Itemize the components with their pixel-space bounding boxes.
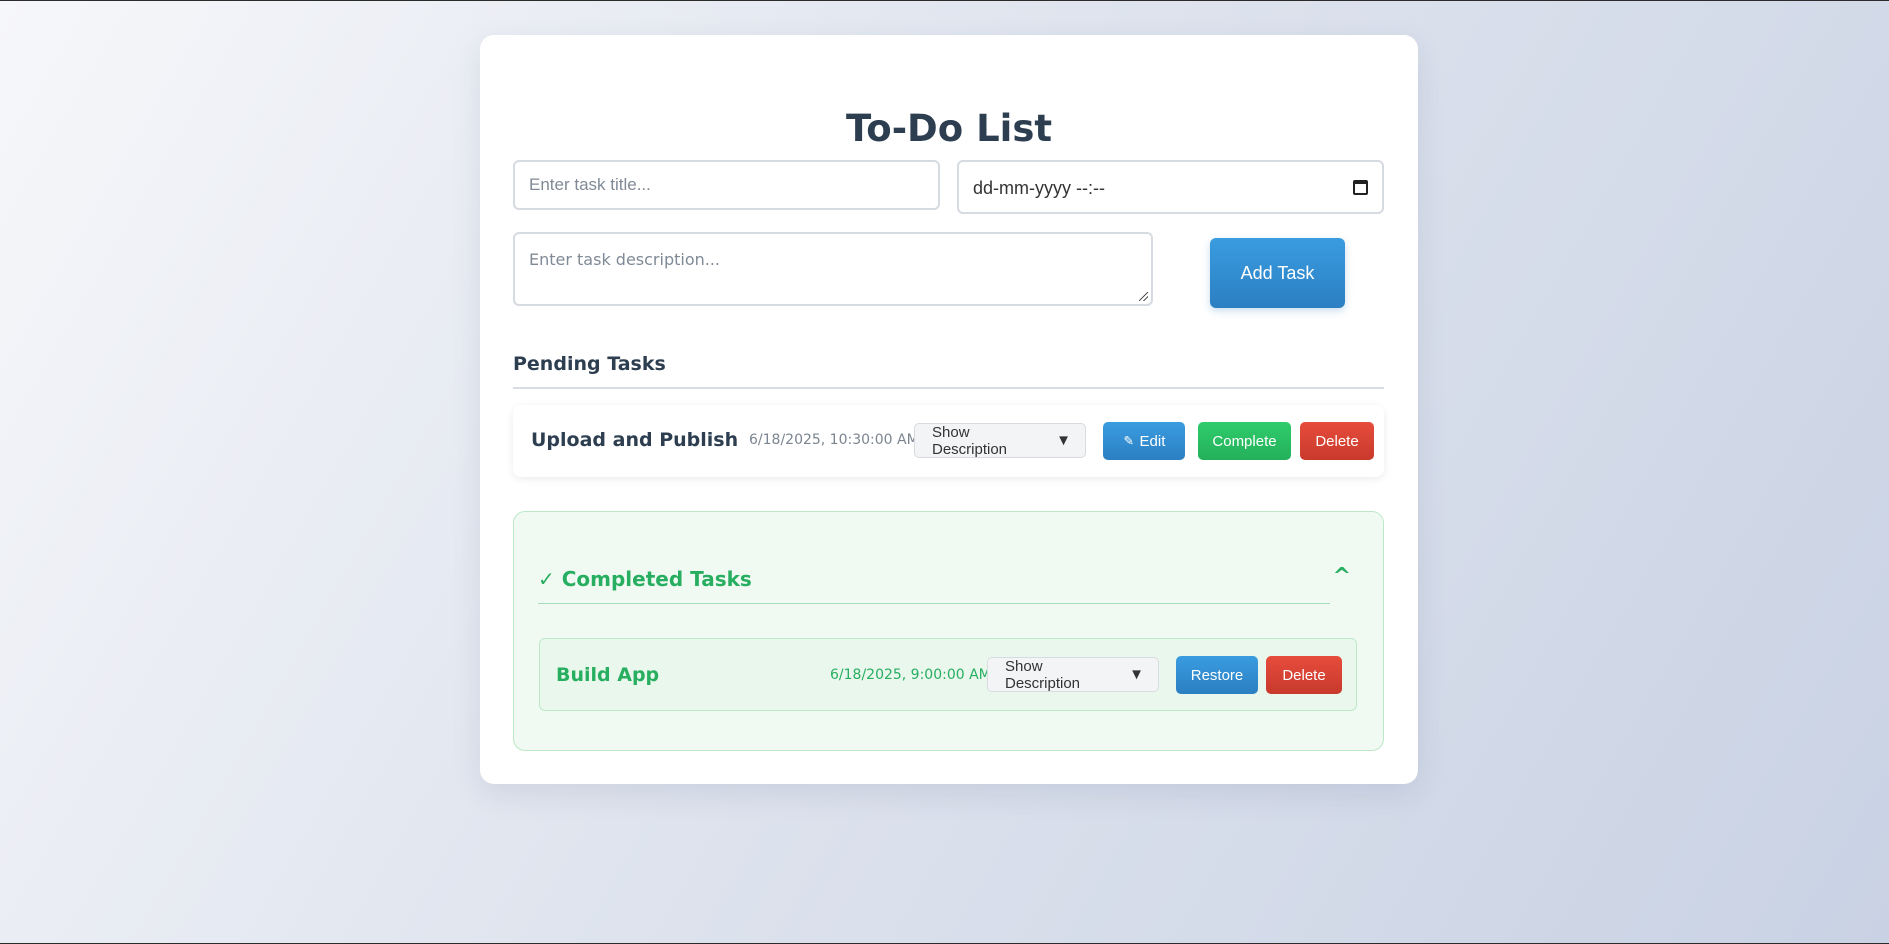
show-description-button[interactable]: Show Description ▼ xyxy=(987,657,1159,692)
delete-button[interactable]: Delete xyxy=(1266,656,1342,694)
chevron-down-icon: ▼ xyxy=(1056,432,1071,449)
task-datetime: 6/18/2025, 9:00:00 AM xyxy=(830,667,991,683)
calendar-icon[interactable] xyxy=(1353,180,1368,195)
pending-task-item: Upload and Publish 6/18/2025, 10:30:00 A… xyxy=(513,405,1384,477)
edit-label: Edit xyxy=(1139,432,1166,450)
show-description-label: Show Description xyxy=(932,423,1008,458)
task-description-placeholder: Enter task description... xyxy=(529,250,721,269)
task-datetime: 6/18/2025, 10:30:00 AM xyxy=(749,432,919,448)
show-description-label: Show Description xyxy=(1005,657,1081,692)
completed-tasks-heading: ✓ Completed Tasks xyxy=(538,567,752,591)
collapse-toggle-button[interactable]: ^ xyxy=(1333,564,1351,589)
task-title-input[interactable]: Enter task title... xyxy=(513,160,940,210)
task-description-input[interactable]: Enter task description... xyxy=(513,232,1153,306)
delete-button[interactable]: Delete xyxy=(1300,422,1374,460)
checkmark-icon: ✓ xyxy=(538,567,555,591)
task-title-placeholder: Enter task title... xyxy=(529,175,651,194)
add-task-button[interactable]: Add Task xyxy=(1210,238,1345,308)
chevron-down-icon: ▼ xyxy=(1129,666,1144,683)
divider xyxy=(538,603,1330,604)
pencil-icon: ✏ xyxy=(1119,431,1138,450)
completed-tasks-label: Completed Tasks xyxy=(561,567,752,591)
task-title: Build App xyxy=(556,664,660,686)
page-title: To-Do List xyxy=(845,107,1053,150)
task-datetime-value: dd-mm-yyyy --:-- xyxy=(973,178,1105,198)
task-title: Upload and Publish xyxy=(531,429,739,451)
complete-button[interactable]: Complete xyxy=(1198,422,1291,460)
completed-tasks-panel: ✓ Completed Tasks ^ Build App 6/18/2025,… xyxy=(513,511,1384,751)
completed-task-item: Build App 6/18/2025, 9:00:00 AM Show Des… xyxy=(539,638,1357,711)
pending-tasks-heading: Pending Tasks xyxy=(513,353,666,375)
show-description-button[interactable]: Show Description ▼ xyxy=(914,423,1086,458)
edit-button[interactable]: ✏ Edit xyxy=(1103,422,1185,460)
restore-button[interactable]: Restore xyxy=(1176,656,1258,694)
resize-handle-icon[interactable] xyxy=(1139,292,1148,301)
todo-card: To-Do List Enter task title... dd-mm-yyy… xyxy=(480,35,1418,784)
task-datetime-input[interactable]: dd-mm-yyyy --:-- xyxy=(957,160,1384,214)
divider xyxy=(513,387,1384,389)
